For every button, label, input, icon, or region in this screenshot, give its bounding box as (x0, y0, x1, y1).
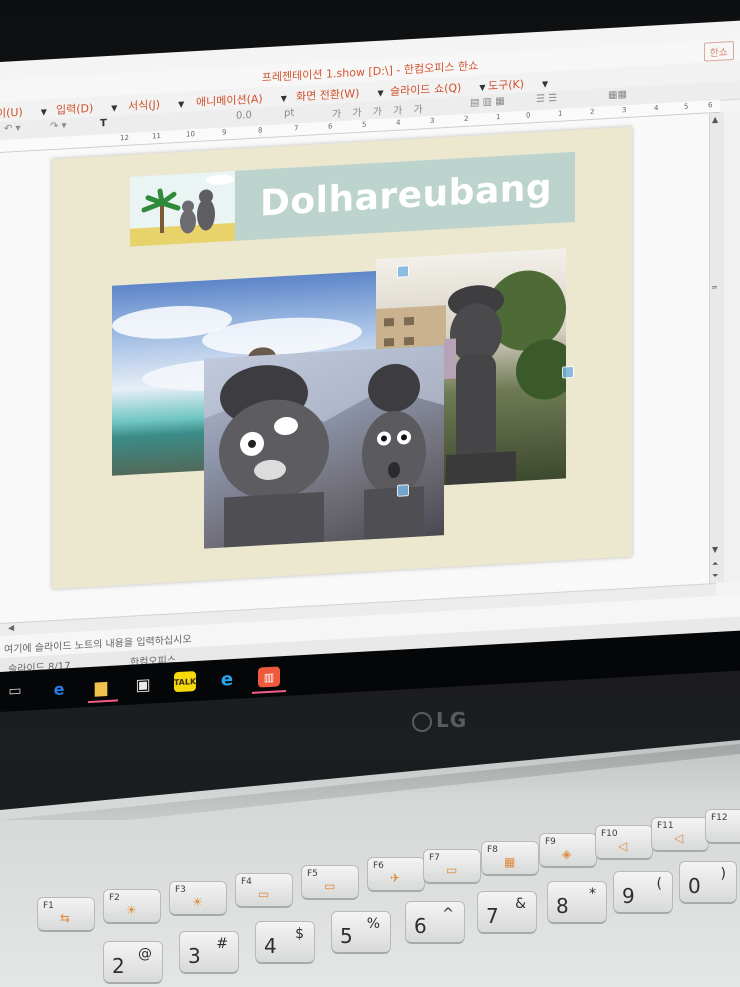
ruler-tick: 1 (558, 109, 563, 118)
title-banner[interactable]: Dolhareubang (130, 151, 575, 247)
key-4[interactable]: 4 $ (256, 922, 314, 962)
key-2[interactable]: 2 @ (104, 942, 162, 982)
ruler-tick: 4 (654, 104, 659, 113)
key-f11[interactable]: F11 ◁ (652, 818, 708, 850)
text-tool-icon[interactable]: T (100, 118, 107, 129)
key-f1[interactable]: F1 ⇆ (38, 898, 94, 930)
ruler-tick: 8 (258, 126, 263, 135)
ruler-tick: 6 (708, 101, 713, 110)
key-f5[interactable]: F5 ▭ (302, 866, 358, 898)
key-5[interactable]: 5% (332, 912, 390, 952)
right-panel (724, 111, 740, 583)
selection-handle[interactable] (397, 484, 409, 497)
ruler-tick: 2 (590, 107, 595, 117)
kakaotalk-icon[interactable]: TALK (174, 671, 196, 693)
key-7[interactable]: 7 & (478, 892, 536, 932)
cartoon-statues-photo[interactable] (204, 345, 444, 549)
ruler-tick: 5 (684, 102, 689, 111)
ruler-tick: 4 (396, 118, 401, 127)
slide-title[interactable]: Dolhareubang (260, 167, 552, 224)
ruler-tick: 0 (526, 111, 531, 120)
vertical-scrollbar[interactable]: ▲ ═ ▼ ⏶ ⏷ (709, 112, 724, 584)
key-3[interactable]: 3 # (180, 932, 238, 972)
key-0[interactable]: 0) (680, 862, 736, 902)
key-6[interactable]: 6 ^ (406, 902, 464, 942)
ruler-tick: 12 (120, 133, 129, 143)
key-f6[interactable]: F6 ✈ (368, 858, 424, 890)
ruler-tick: 3 (430, 116, 435, 125)
key-f4[interactable]: F4 ▭ (236, 874, 292, 906)
internet-explorer-icon[interactable]: e (216, 668, 238, 690)
align-icons[interactable]: ▤ ▥ ▦ (470, 96, 505, 109)
key-f7[interactable]: F7 ▭ (424, 850, 480, 882)
hancom-show-icon[interactable]: ▥ (258, 666, 280, 688)
key-f2[interactable]: F2 ☀ (104, 890, 160, 922)
ruler-tick: 6 (328, 122, 333, 131)
prev-slide-icon[interactable]: ⏶ (712, 559, 718, 569)
menu-tools[interactable]: 도구(K) ▼ (488, 74, 548, 93)
key-f3[interactable]: F3 ☀ (170, 882, 226, 914)
active-app-indicator (252, 690, 286, 694)
key-f8[interactable]: F8 ▦ (482, 842, 538, 874)
key-9[interactable]: 9( (614, 872, 672, 912)
ruler-tick: 7 (294, 124, 299, 133)
font-size-field[interactable]: 0.0 (236, 110, 252, 122)
scroll-down-icon[interactable]: ▼ (712, 545, 718, 554)
menu-view[interactable]: 이(U) ▼ (0, 102, 47, 121)
ruler-tick: 11 (152, 132, 161, 141)
store-icon[interactable]: ▣ (132, 673, 154, 694)
redo-icon[interactable]: ↷ ▾ (50, 120, 67, 132)
selection-handle[interactable] (562, 365, 574, 379)
screen: 프레젠테이션 1.show [D:\] - 한컴오피스 한쇼 한쇼 이(U) ▼ … (0, 20, 740, 703)
key-8[interactable]: 8 * (548, 882, 606, 922)
ruler-tick: 3 (622, 105, 627, 115)
active-app-indicator (88, 699, 118, 704)
edge-icon[interactable]: e (48, 678, 70, 699)
ruler-tick: 5 (362, 120, 367, 129)
key-f10[interactable]: F10 ◁ (596, 826, 652, 858)
ruler-tick: 2 (464, 114, 469, 124)
task-view-icon[interactable]: ▭ (4, 681, 26, 702)
ruler-tick: 9 (222, 128, 227, 137)
scroll-up-icon[interactable]: ▲ (712, 115, 718, 124)
ruler-tick: 1 (496, 113, 501, 122)
undo-icon[interactable]: ↶ ▾ (4, 123, 21, 135)
font-size-unit: pt (284, 107, 295, 120)
app-chip[interactable]: 한쇼 (703, 40, 734, 62)
selection-handle[interactable] (397, 265, 409, 278)
scroll-left-icon[interactable]: ◀ (8, 623, 14, 632)
slide-canvas[interactable]: Dolhareubang (52, 126, 632, 590)
key-f9[interactable]: F9 ◈ (540, 834, 596, 866)
lg-logo: LG (412, 708, 467, 732)
menu-format[interactable]: 서식(J) ▼ (128, 95, 184, 114)
palm-statue-thumbnail (130, 170, 235, 247)
more-tools-icon[interactable]: ▦▦ (608, 89, 627, 101)
key-f12[interactable]: F12 (706, 810, 740, 842)
scroll-thumb-icon[interactable]: ═ (712, 283, 717, 292)
ruler-tick: 10 (186, 130, 195, 139)
next-slide-icon[interactable]: ⏷ (712, 571, 718, 581)
list-icons[interactable]: ☰ ☰ (536, 93, 557, 105)
file-explorer-icon[interactable]: ▆ (90, 676, 112, 697)
